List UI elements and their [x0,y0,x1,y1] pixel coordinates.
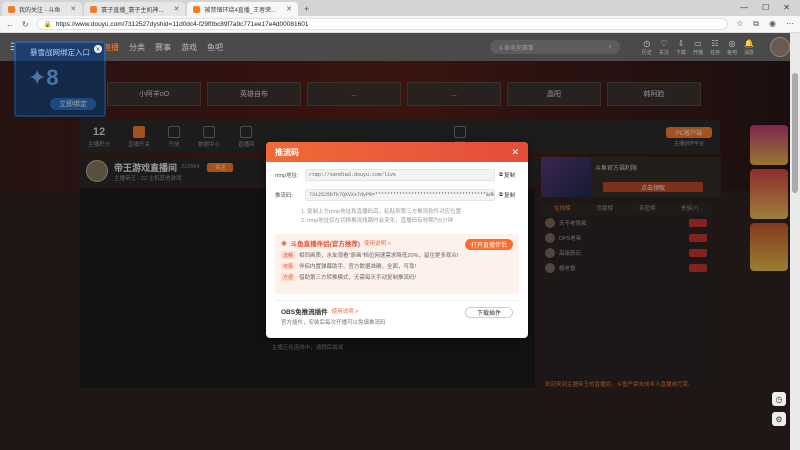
stream-code-field[interactable]: 7312525bTk7QXVXx7dyPR=******************… [305,189,495,201]
nav-events[interactable]: 赛事 [155,42,171,53]
tab-label: 我的关注 - 斗鱼 [19,7,61,14]
task-icon: ☷ [711,38,719,48]
settings-icon[interactable]: ⚙ [772,412,786,426]
close-tab-icon[interactable]: ✕ [174,5,180,13]
browser-tab-active[interactable]: 被禁锢环绕4直播_王者荣... ✕ [187,2,298,16]
browser-tab-bar: 我的关注 - 斗鱼 ✕ 寰子直播_寰子主机神... ✕ 被禁锢环绕4直播_王者荣..… [0,0,800,16]
rtmp-label: rtmp地址: [275,173,299,179]
obs-plugin-card: OBS免推流插件 使用说明 > 官方插件，安装后每次开播可以免填推流码 下载插件 [275,300,519,326]
maximize-icon[interactable]: ☐ [762,3,769,12]
companion-help-link[interactable]: 使用说明 > [364,239,391,247]
promo-title: 暴雪战网绑定入口 [30,48,90,57]
rtmp-field[interactable]: rtmp://sendtw3.douyu.com/live [305,169,495,181]
obs-title: OBS免推流插件 [281,309,328,316]
broadcast-icon: ▭ [694,38,702,48]
open-companion-button[interactable]: 打开直播伴侣 [465,239,513,250]
search-icon[interactable]: ⌕ [609,44,612,51]
header-follow[interactable]: ♡ 关注 [659,39,669,56]
obs-help-link[interactable]: 使用说明 > [332,307,359,315]
download-plugin-button[interactable]: 下载插件 [465,307,513,318]
address-bar: ← ↻ 🔒 https://www.douyu.com/7312527dyshi… [0,16,800,33]
back-icon[interactable]: ← [6,20,14,29]
rtmp-row: rtmp地址: rtmp://sendtw3.douyu.com/live ⧉ 复… [266,168,528,182]
live-companion-card: ◉ 斗鱼直播伴侣(官方推荐) 使用说明 > 打开直播伴侣 流畅 相同画质，水友观看… [275,234,519,294]
copy-rtmp-button[interactable]: ⧉ 复制 [499,171,515,180]
feature-row: 可靠 伴侣内置弹幕助手、官方数据准确，全面，可靠! [281,262,417,270]
heart-icon: ♡ [660,38,668,48]
modal-title: 推流码 [275,147,299,157]
nav-games[interactable]: 游戏 [181,42,197,53]
stream-code-row: 推流码: 7312525bTk7QXVXx7dyPR=*************… [266,188,528,202]
nav-fishbar[interactable]: 鱼吧 [207,42,223,53]
page-scrollbar[interactable] [790,33,800,450]
history-icon: ◷ [643,38,651,48]
tab-label: 被禁锢环绕4直播_王者荣... [204,7,277,14]
fishbar-icon: ◎ [728,38,736,48]
header-history[interactable]: ◷ 历史 [642,39,652,56]
url-text: https://www.douyu.com/7312527dyshid=11d0… [55,20,309,28]
site-header: ☰ 斗鱼 首页 直播 分类 赛事 游戏 鱼吧 斗鱼电竞赛事 ⌕ ◷历史 ♡关注 … [0,33,800,61]
close-tab-icon[interactable]: ✕ [286,5,292,13]
douyu-favicon-icon [193,5,201,13]
copy-icon: ⧉ [499,191,503,198]
new-tab-icon[interactable]: + [304,2,309,16]
companion-logo-icon: ◉ [281,240,287,247]
push-stream-modal: 推流码 ✕ rtmp地址: rtmp://sendtw3.douyu.com/l… [266,142,528,338]
modal-header: 推流码 ✕ [266,142,528,162]
extensions-icon[interactable]: ⧉ [753,19,759,29]
browser-tab[interactable]: 寰子直播_寰子主机神... ✕ [84,2,186,16]
close-modal-icon[interactable]: ✕ [511,147,519,158]
obs-description: 官方插件，安装后每次开播可以免填推流码 [281,320,386,326]
note-line: 2. rtmp地址仅在切换推流线路时会变化，直播码有效期为5分钟 [301,218,454,224]
header-broadcast[interactable]: ▭ 开播 [693,39,703,56]
browser-tab[interactable]: 我的关注 - 斗鱼 ✕ [2,2,83,16]
bell-icon: 🔔 [744,38,754,48]
douyu-favicon-icon [90,5,98,13]
nav-category[interactable]: 分类 [129,42,145,53]
site-search-input[interactable]: 斗鱼电竞赛事 ⌕ [489,40,620,54]
instructions: 1. 复制上方rtmp地址和直播码后，粘贴到第三方推流软件对应位置 2. rtm… [266,202,528,226]
close-window-icon[interactable]: ✕ [783,3,790,12]
scrollbar-thumb[interactable] [792,73,798,193]
header-tasks[interactable]: ☷ 任务 [710,39,720,56]
clock-icon[interactable]: ◷ [772,392,786,406]
feature-row: 流畅 相同画质，水友观看"原画"档位网速需求降低20%，留住更多观众! [281,251,459,259]
header-messages[interactable]: 🔔 消息 [744,39,754,56]
close-promo-icon[interactable]: ✕ [94,45,102,53]
minimize-icon[interactable]: — [740,3,748,12]
header-fishbar[interactable]: ◎ 鱼吧 [727,39,737,56]
user-avatar[interactable] [770,37,790,57]
feature-row: 方便 借助第三方转推模式，无需每天手动复制推流码! [281,273,417,281]
search-placeholder: 斗鱼电竞赛事 [497,45,534,52]
companion-title: 斗鱼直播伴侣(官方推荐) [290,241,361,248]
stream-code-label: 推流码: [275,193,294,199]
copy-code-button[interactable]: ⧉ 复制 [499,191,515,200]
browser-menu-icon[interactable]: ⋯ [786,19,794,29]
download-icon: ⇩ [677,38,685,48]
profile-icon[interactable]: ◉ [769,19,776,29]
tab-label: 寰子直播_寰子主机神... [101,7,164,14]
favorite-star-icon[interactable]: ☆ [736,19,743,29]
close-tab-icon[interactable]: ✕ [70,5,76,13]
douyu-favicon-icon [8,5,15,13]
note-line: 1. 复制上方rtmp地址和直播码后，粘贴到第三方推流软件对应位置 [301,209,462,215]
lock-icon: 🔒 [43,21,52,28]
copy-icon: ⧉ [499,171,503,178]
header-download[interactable]: ⇩ 下载 [676,39,686,56]
url-field[interactable]: 🔒 https://www.douyu.com/7312527dyshid=11… [36,18,729,30]
window-controls: — ☐ ✕ [730,0,800,15]
refresh-icon[interactable]: ↻ [22,20,29,29]
